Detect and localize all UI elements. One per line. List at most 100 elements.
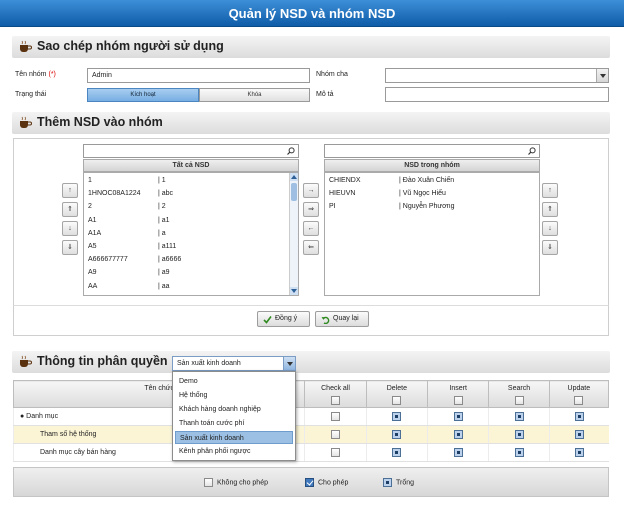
- all-user-name: | a111: [158, 243, 177, 250]
- update-all-checkbox[interactable]: [574, 396, 584, 405]
- remove-selected-button[interactable]: ←: [303, 221, 319, 236]
- coffee-cup-icon: [20, 116, 32, 128]
- all-user-row[interactable]: A9 | a9: [84, 269, 298, 281]
- group-users-search-input[interactable]: [324, 144, 540, 158]
- search-icon[interactable]: [287, 147, 295, 155]
- chevron-down-icon[interactable]: [283, 357, 295, 370]
- search-checkbox[interactable]: [514, 412, 524, 421]
- description-input[interactable]: [385, 87, 609, 102]
- permission-row[interactable]: Tham số hệ thống: [12, 425, 609, 444]
- check-all-checkbox[interactable]: [331, 448, 341, 457]
- check-all-checkbox[interactable]: [331, 430, 341, 439]
- column-function-label: Tên chức: [144, 385, 174, 392]
- delete-checkbox[interactable]: [392, 448, 402, 457]
- chevron-down-icon[interactable]: [596, 69, 608, 82]
- all-user-row[interactable]: AA | aa: [84, 283, 298, 295]
- system-dropdown-list[interactable]: Demo Hệ thống Khách hàng doanh nghiệp Thanh…: [172, 371, 296, 461]
- all-users-search-input[interactable]: [83, 144, 299, 158]
- all-user-row[interactable]: 2 | 2: [84, 203, 298, 215]
- group-move-down-button[interactable]: ↓: [542, 221, 558, 236]
- permission-cell-search: [488, 407, 550, 426]
- permission-cell-update: [548, 425, 609, 444]
- check-all-checkbox[interactable]: [331, 396, 341, 405]
- system-option[interactable]: Khách hàng doanh nghiệp: [175, 403, 293, 416]
- allow-checkbox-icon: [305, 478, 314, 487]
- group-move-up-button[interactable]: ↑: [542, 183, 558, 198]
- insert-all-checkbox[interactable]: [453, 396, 463, 405]
- insert-checkbox[interactable]: [453, 448, 463, 457]
- parent-group-select[interactable]: [385, 68, 609, 83]
- back-button[interactable]: Quay lại: [315, 311, 369, 327]
- group-name-input[interactable]: Admin: [87, 68, 310, 83]
- delete-all-checkbox[interactable]: [392, 396, 402, 405]
- search-checkbox[interactable]: [514, 448, 524, 457]
- group-users-list[interactable]: CHIENDX | Đào Xuân Chiến HIEUVN | Vũ Ngọc H…: [324, 172, 540, 296]
- all-user-code: A5: [88, 243, 97, 250]
- check-all-checkbox[interactable]: [331, 412, 341, 421]
- system-select[interactable]: Sản xuất kinh doanh: [172, 356, 296, 371]
- permissions-legend: Không cho phép Cho phép Trống: [13, 467, 609, 497]
- ok-button[interactable]: Đồng ý: [257, 311, 310, 327]
- system-option[interactable]: Hệ thống: [175, 389, 293, 402]
- group-move-bottom-button[interactable]: ⇓: [542, 240, 558, 255]
- update-checkbox[interactable]: [574, 412, 584, 421]
- insert-checkbox[interactable]: [453, 430, 463, 439]
- permission-cell-check-all: [304, 443, 367, 462]
- delete-checkbox[interactable]: [392, 430, 402, 439]
- delete-checkbox[interactable]: [392, 412, 402, 421]
- scroll-down-icon[interactable]: [290, 287, 298, 295]
- update-checkbox[interactable]: [574, 430, 584, 439]
- section-copy-group-header: Sao chép nhóm người sử dụng: [12, 36, 610, 58]
- column-insert: Insert: [427, 380, 490, 408]
- checkmark-icon: [263, 316, 272, 324]
- search-checkbox[interactable]: [514, 430, 524, 439]
- insert-checkbox[interactable]: [453, 412, 463, 421]
- section-title: Sao chép nhóm người sử dụng: [37, 39, 224, 53]
- system-option[interactable]: Thanh toán cước phí: [175, 417, 293, 430]
- move-up-button[interactable]: ↑: [62, 183, 78, 198]
- move-bottom-button[interactable]: ⇓: [62, 240, 78, 255]
- all-user-row[interactable]: 1HNOC08A1224 | abc: [84, 190, 298, 202]
- add-all-button[interactable]: ⇒: [303, 202, 319, 217]
- column-search-label: Search: [507, 385, 531, 392]
- all-user-row[interactable]: A666677777 | a6666: [84, 256, 298, 268]
- system-option[interactable]: Kênh phân phối ngược: [175, 445, 293, 458]
- status-active-toggle[interactable]: Kích hoạt: [87, 88, 199, 102]
- group-user-row[interactable]: HIEUVN | Vũ Ngọc Hiếu: [325, 190, 539, 202]
- all-user-row[interactable]: A1 | a1: [84, 217, 298, 229]
- move-down-button[interactable]: ↓: [62, 221, 78, 236]
- search-icon[interactable]: [528, 147, 536, 155]
- status-locked-toggle[interactable]: Khóa: [199, 88, 310, 102]
- all-user-code: AA: [88, 282, 98, 290]
- permission-row[interactable]: Danh mục cây bán hàng: [12, 443, 609, 462]
- all-user-row[interactable]: A1A | a: [84, 230, 298, 242]
- undo-icon: [321, 316, 330, 324]
- remove-all-button[interactable]: ⇐: [303, 240, 319, 255]
- add-selected-button[interactable]: →: [303, 183, 319, 198]
- all-user-name: | 2: [158, 203, 166, 211]
- all-users-list[interactable]: 1 | 1 1HNOC08A1224 | abc 2 | 2 A1 | a1 A1A | a A5 |…: [83, 172, 299, 296]
- permission-cell-check-all: [304, 425, 367, 444]
- all-user-name: | a9: [158, 269, 170, 277]
- parent-group-label: Nhóm cha: [316, 71, 348, 78]
- system-option[interactable]: Sản xuất kinh doanh: [175, 431, 293, 444]
- search-all-checkbox[interactable]: [514, 396, 524, 405]
- group-user-name: | Đào Xuân Chiến: [399, 177, 455, 184]
- system-option[interactable]: Demo: [175, 375, 293, 388]
- scroll-up-icon[interactable]: [290, 173, 298, 181]
- all-users-scrollbar[interactable]: [289, 173, 298, 295]
- group-user-name: | Nguyễn Phương: [399, 203, 455, 211]
- group-user-row[interactable]: CHIENDX | Đào Xuân Chiến: [325, 177, 539, 189]
- scroll-thumb[interactable]: [291, 183, 297, 201]
- update-checkbox[interactable]: [574, 448, 584, 457]
- group-user-row[interactable]: PI | Nguyễn Phương: [325, 203, 539, 215]
- section-add-users-header: Thêm NSD vào nhóm: [12, 112, 610, 134]
- group-move-top-button[interactable]: ⇑: [542, 202, 558, 217]
- all-user-row[interactable]: A5 | a111: [84, 243, 298, 255]
- column-search: Search: [488, 380, 550, 408]
- group-user-code: CHIENDX: [329, 177, 361, 184]
- permission-cell-update: [548, 443, 609, 462]
- move-top-button[interactable]: ⇑: [62, 202, 78, 217]
- all-user-row[interactable]: 1 | 1: [84, 177, 298, 189]
- permission-row[interactable]: ● Danh mục: [12, 407, 609, 426]
